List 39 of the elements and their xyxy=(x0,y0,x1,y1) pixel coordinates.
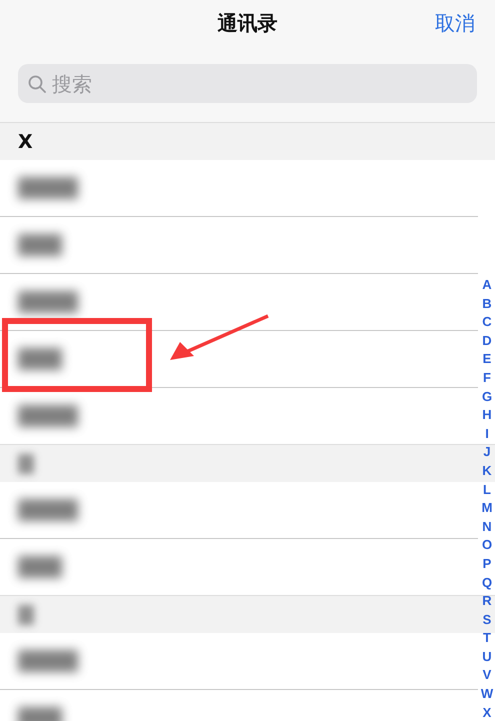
index-letter[interactable]: I xyxy=(485,424,489,444)
index-letter[interactable]: R xyxy=(482,592,492,611)
index-letter[interactable]: S xyxy=(482,610,492,630)
index-letter[interactable]: E xyxy=(482,350,492,369)
index-letter[interactable]: X xyxy=(482,704,492,721)
index-letter[interactable]: G xyxy=(482,388,492,406)
blurred-name xyxy=(18,650,78,672)
index-letter[interactable]: M xyxy=(482,499,492,518)
nav-title: 通讯录 xyxy=(218,10,278,37)
index-letter[interactable]: W xyxy=(480,685,494,704)
index-letter[interactable]: J xyxy=(483,443,491,462)
blurred-name xyxy=(18,405,78,427)
blurred-name xyxy=(18,499,78,521)
cancel-button[interactable]: 取消 xyxy=(433,8,477,39)
index-letter[interactable]: B xyxy=(482,294,492,314)
index-letter[interactable]: K xyxy=(482,462,492,481)
index-letter[interactable]: U xyxy=(482,648,492,666)
index-letter[interactable]: D xyxy=(482,332,492,350)
index-letter[interactable]: P xyxy=(482,554,492,574)
section-letter: X xyxy=(18,130,33,152)
index-letter[interactable]: V xyxy=(482,666,492,686)
index-letter[interactable]: O xyxy=(482,536,492,555)
search-icon xyxy=(28,75,46,93)
index-letter[interactable]: Q xyxy=(482,574,492,592)
index-letter[interactable]: L xyxy=(483,480,491,500)
blurred-name xyxy=(18,234,62,256)
index-letter[interactable]: T xyxy=(483,629,491,648)
blurred-name xyxy=(18,348,62,370)
blurred-name xyxy=(18,177,78,199)
blurred-name xyxy=(18,556,62,578)
blurred-letter xyxy=(18,454,34,474)
index-letter[interactable]: H xyxy=(482,406,492,425)
index-letter[interactable]: C xyxy=(482,313,492,332)
blurred-name xyxy=(18,291,78,313)
index-letter[interactable]: A xyxy=(482,276,492,295)
blurred-letter xyxy=(18,604,34,624)
search-field[interactable]: 搜索 xyxy=(18,64,477,103)
index-letter[interactable]: N xyxy=(482,518,492,536)
index-letter[interactable]: F xyxy=(483,368,491,388)
